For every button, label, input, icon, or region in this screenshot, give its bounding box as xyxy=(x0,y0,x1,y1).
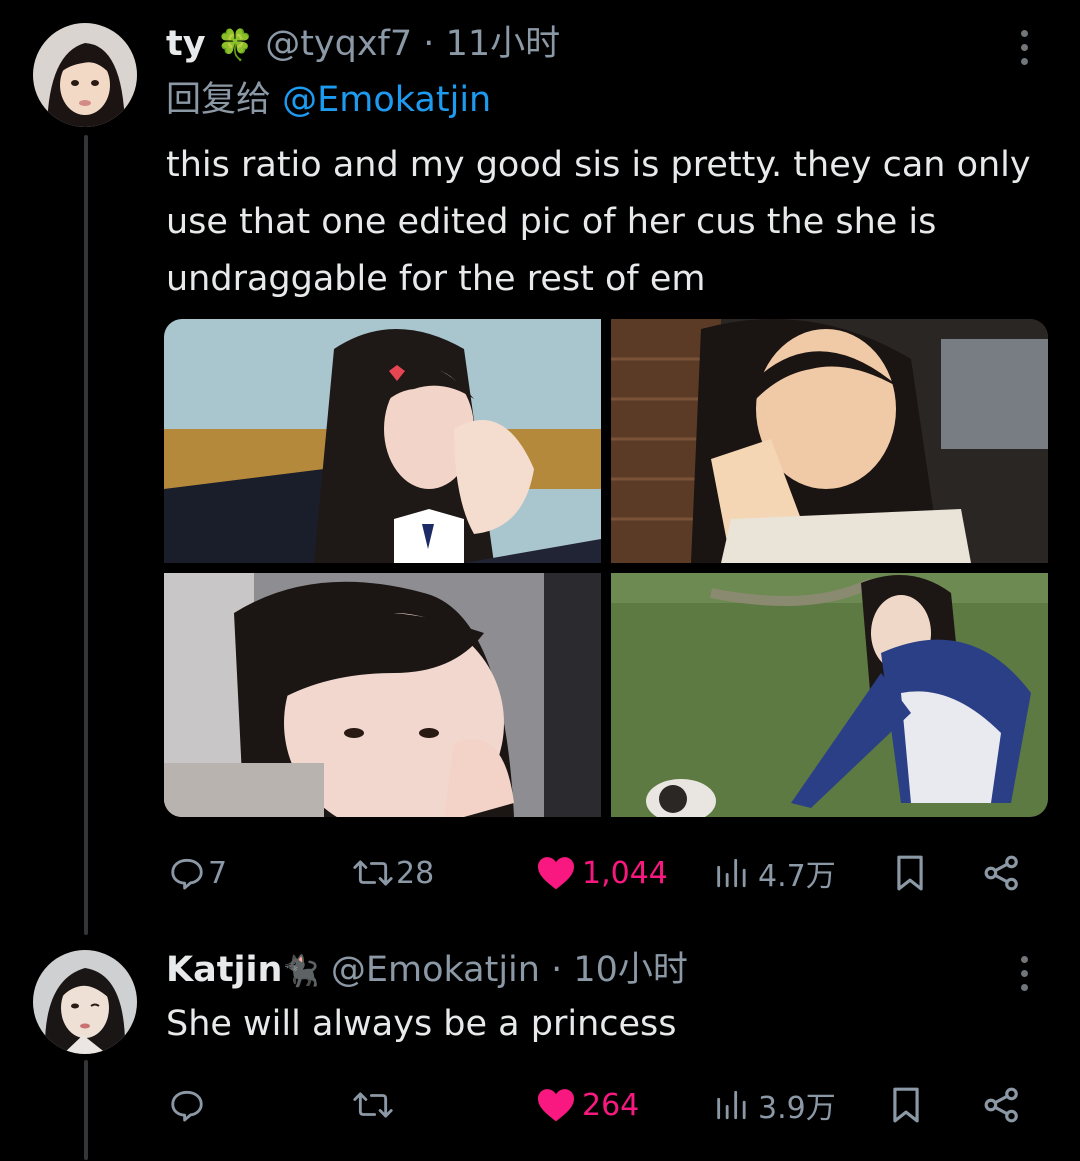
thread-line-lower xyxy=(84,1060,88,1160)
heart-icon xyxy=(538,1089,574,1122)
share-button[interactable] xyxy=(982,848,1022,898)
display-name[interactable]: Katjin xyxy=(166,950,282,990)
photo-2[interactable] xyxy=(611,319,1048,563)
more-icon[interactable] xyxy=(1021,30,1029,72)
tweet-actions: 7 28 1,044 4.7万 xyxy=(164,848,1044,898)
reply-prefix: 回复给 xyxy=(166,80,272,120)
name-emoji: 🍀 xyxy=(216,28,255,63)
handle[interactable]: @Emokatjin xyxy=(331,950,540,990)
like-count: 1,044 xyxy=(582,855,668,891)
photo-4[interactable] xyxy=(611,573,1048,817)
avatar[interactable] xyxy=(33,23,137,127)
timestamp[interactable]: 10小时 xyxy=(573,950,688,990)
share-icon xyxy=(984,1087,1018,1123)
retweet-button[interactable]: 28 xyxy=(352,848,434,898)
views-count: 3.9万 xyxy=(758,1091,836,1126)
tweet-text: this ratio and my good sis is pretty. th… xyxy=(166,145,1042,299)
timestamp[interactable]: 11小时 xyxy=(446,24,561,64)
like-button[interactable]: 264 xyxy=(536,1080,639,1130)
avatar[interactable] xyxy=(33,950,137,1054)
reply-icon xyxy=(171,858,203,890)
views-button[interactable]: 3.9万 xyxy=(712,1080,836,1130)
reply-button[interactable]: 7 xyxy=(168,848,227,898)
photo-3[interactable] xyxy=(164,573,601,817)
views-count: 4.7万 xyxy=(758,859,836,894)
views-icon xyxy=(717,1090,746,1120)
views-button[interactable]: 4.7万 xyxy=(712,848,836,898)
bookmark-button[interactable] xyxy=(888,1080,924,1130)
like-count: 264 xyxy=(582,1087,640,1123)
name-emoji: 🐈‍⬛ xyxy=(282,954,320,989)
handle[interactable]: @tyqxf7 xyxy=(265,24,412,64)
more-icon[interactable] xyxy=(1021,956,1029,998)
bookmark-icon xyxy=(893,1087,919,1123)
reply-to-link[interactable]: @Emokatjin xyxy=(282,80,491,120)
views-icon xyxy=(717,858,746,888)
reply-icon xyxy=(171,1090,203,1122)
share-button[interactable] xyxy=(982,1080,1022,1130)
tweet-header: ty 🍀 @tyqxf7 · 11小时 xyxy=(166,20,560,70)
tweet-text: She will always be a princess xyxy=(166,1004,677,1044)
retweet-icon xyxy=(353,1092,393,1118)
reply-button[interactable] xyxy=(168,1080,206,1130)
retweet-icon xyxy=(353,860,393,886)
media-grid[interactable] xyxy=(164,319,1048,817)
like-button[interactable]: 1,044 xyxy=(536,848,668,898)
separator: · xyxy=(551,950,563,990)
bookmark-icon xyxy=(897,855,923,891)
bookmark-button[interactable] xyxy=(892,848,928,898)
tweet-actions: 264 3.9万 xyxy=(164,1080,1044,1130)
share-icon xyxy=(984,855,1018,891)
heart-icon xyxy=(538,857,574,890)
thread-line xyxy=(84,135,88,935)
separator: · xyxy=(423,24,435,64)
tweet-header: Katjin🐈‍⬛ @Emokatjin · 10小时 xyxy=(166,946,688,996)
reply-count: 7 xyxy=(208,855,228,891)
display-name[interactable]: ty xyxy=(166,24,206,64)
reply-context: 回复给 @Emokatjin xyxy=(166,76,491,124)
retweet-button[interactable] xyxy=(352,1080,394,1130)
retweet-count: 28 xyxy=(396,855,435,891)
photo-1[interactable] xyxy=(164,319,601,563)
